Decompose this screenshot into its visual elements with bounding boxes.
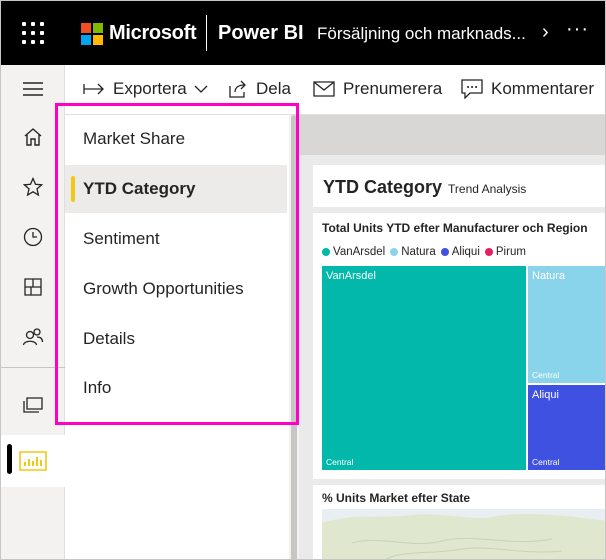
share-label: Dela: [256, 79, 291, 98]
left-navigation-rail: [1, 65, 65, 559]
hamburger-icon[interactable]: [1, 67, 65, 111]
apps-icon[interactable]: [1, 265, 65, 309]
treemap-legend: VanArsdel Natura Aliqui Pirum: [322, 246, 531, 258]
app-window: Microsoft Power BI Försäljning och markn…: [0, 0, 606, 560]
subscribe-label: Prenumerera: [343, 79, 443, 98]
report-title-breadcrumb[interactable]: Försäljning och marknads...: [317, 24, 526, 44]
page-label: YTD Category: [83, 179, 196, 198]
recent-clock-icon[interactable]: [1, 215, 65, 259]
brand-name: Microsoft: [109, 22, 197, 44]
page-label: Market Share: [83, 129, 186, 148]
page-item-ytd-category[interactable]: YTD Category: [65, 165, 287, 213]
export-arrow-icon: [83, 83, 104, 95]
tile-region: Central: [532, 370, 560, 380]
mail-icon: [313, 81, 335, 97]
share-button[interactable]: Dela: [228, 79, 291, 99]
rail-divider: [1, 367, 65, 368]
treemap-tile-vanarsdel[interactable]: VanArsdel Central: [322, 266, 526, 470]
treemap-tile-aliqui[interactable]: Aliqui Central: [528, 385, 605, 470]
page-item-market-share[interactable]: Market Share: [65, 115, 287, 163]
map-title: % Units Market efter State: [322, 491, 471, 505]
export-label: Exportera: [113, 79, 187, 98]
canvas-header-strip: [299, 115, 605, 155]
pages-scrollbar-thumb[interactable]: [291, 115, 297, 559]
workspaces-icon[interactable]: [1, 383, 65, 427]
power-bi-report-icon[interactable]: [1, 439, 65, 483]
app-launcher-waffle-icon[interactable]: [22, 22, 44, 44]
legend-item-vanarsdel[interactable]: VanArsdel: [322, 246, 385, 258]
report-page-subtitle: Trend Analysis: [448, 182, 527, 196]
export-menu-button[interactable]: Exportera: [83, 79, 208, 99]
microsoft-logo-icon: [81, 23, 103, 45]
page-label: Sentiment: [83, 229, 160, 248]
comments-label: Kommentarer: [491, 79, 594, 98]
page-item-growth-opportunities[interactable]: Growth Opportunities: [65, 265, 287, 313]
page-item-details[interactable]: Details: [65, 315, 287, 363]
shared-people-icon[interactable]: [1, 315, 65, 359]
tile-region: Central: [532, 457, 560, 467]
map-background[interactable]: [322, 509, 606, 560]
page-item-sentiment[interactable]: Sentiment: [65, 215, 287, 263]
brand-divider: [206, 15, 207, 51]
comments-button[interactable]: Kommentarer: [461, 79, 594, 99]
more-options-icon[interactable]: ···: [566, 18, 589, 41]
treemap-title: Total Units YTD efter Manufacturer och R…: [322, 221, 588, 235]
subscribe-button[interactable]: Prenumerera: [313, 79, 442, 99]
page-item-info[interactable]: Info: [65, 364, 287, 412]
legend-item-aliqui[interactable]: Aliqui: [440, 246, 480, 258]
active-page-marker: [71, 176, 75, 202]
share-icon: [229, 80, 246, 98]
pages-pane: Market Share YTD Category Sentiment Grow…: [65, 115, 289, 559]
product-name[interactable]: Power BI: [218, 22, 304, 45]
home-icon[interactable]: [1, 115, 65, 159]
treemap-tile-natura[interactable]: Natura Central: [528, 266, 605, 383]
favorites-star-icon[interactable]: [1, 165, 65, 209]
breadcrumb-chevron-icon[interactable]: ›: [542, 22, 549, 42]
legend-item-natura[interactable]: Natura: [390, 246, 436, 258]
top-bar: Microsoft Power BI Försäljning och markn…: [1, 1, 605, 65]
tile-label: VanArsdel: [326, 270, 376, 282]
page-label: Details: [83, 329, 135, 348]
tile-region: Central: [326, 457, 354, 467]
report-page-title: YTD Category Trend Analysis: [323, 177, 527, 197]
comment-icon: [461, 79, 483, 99]
page-label: Info: [83, 378, 112, 397]
legend-item-pirum[interactable]: Pirum: [484, 246, 526, 258]
report-toolbar: Exportera Dela Prenumerera Kommentarer: [65, 65, 605, 115]
chevron-down-icon: [194, 85, 208, 93]
tile-label: Natura: [532, 270, 566, 282]
tile-label: Aliqui: [532, 389, 559, 401]
page-label: Growth Opportunities: [83, 279, 244, 298]
